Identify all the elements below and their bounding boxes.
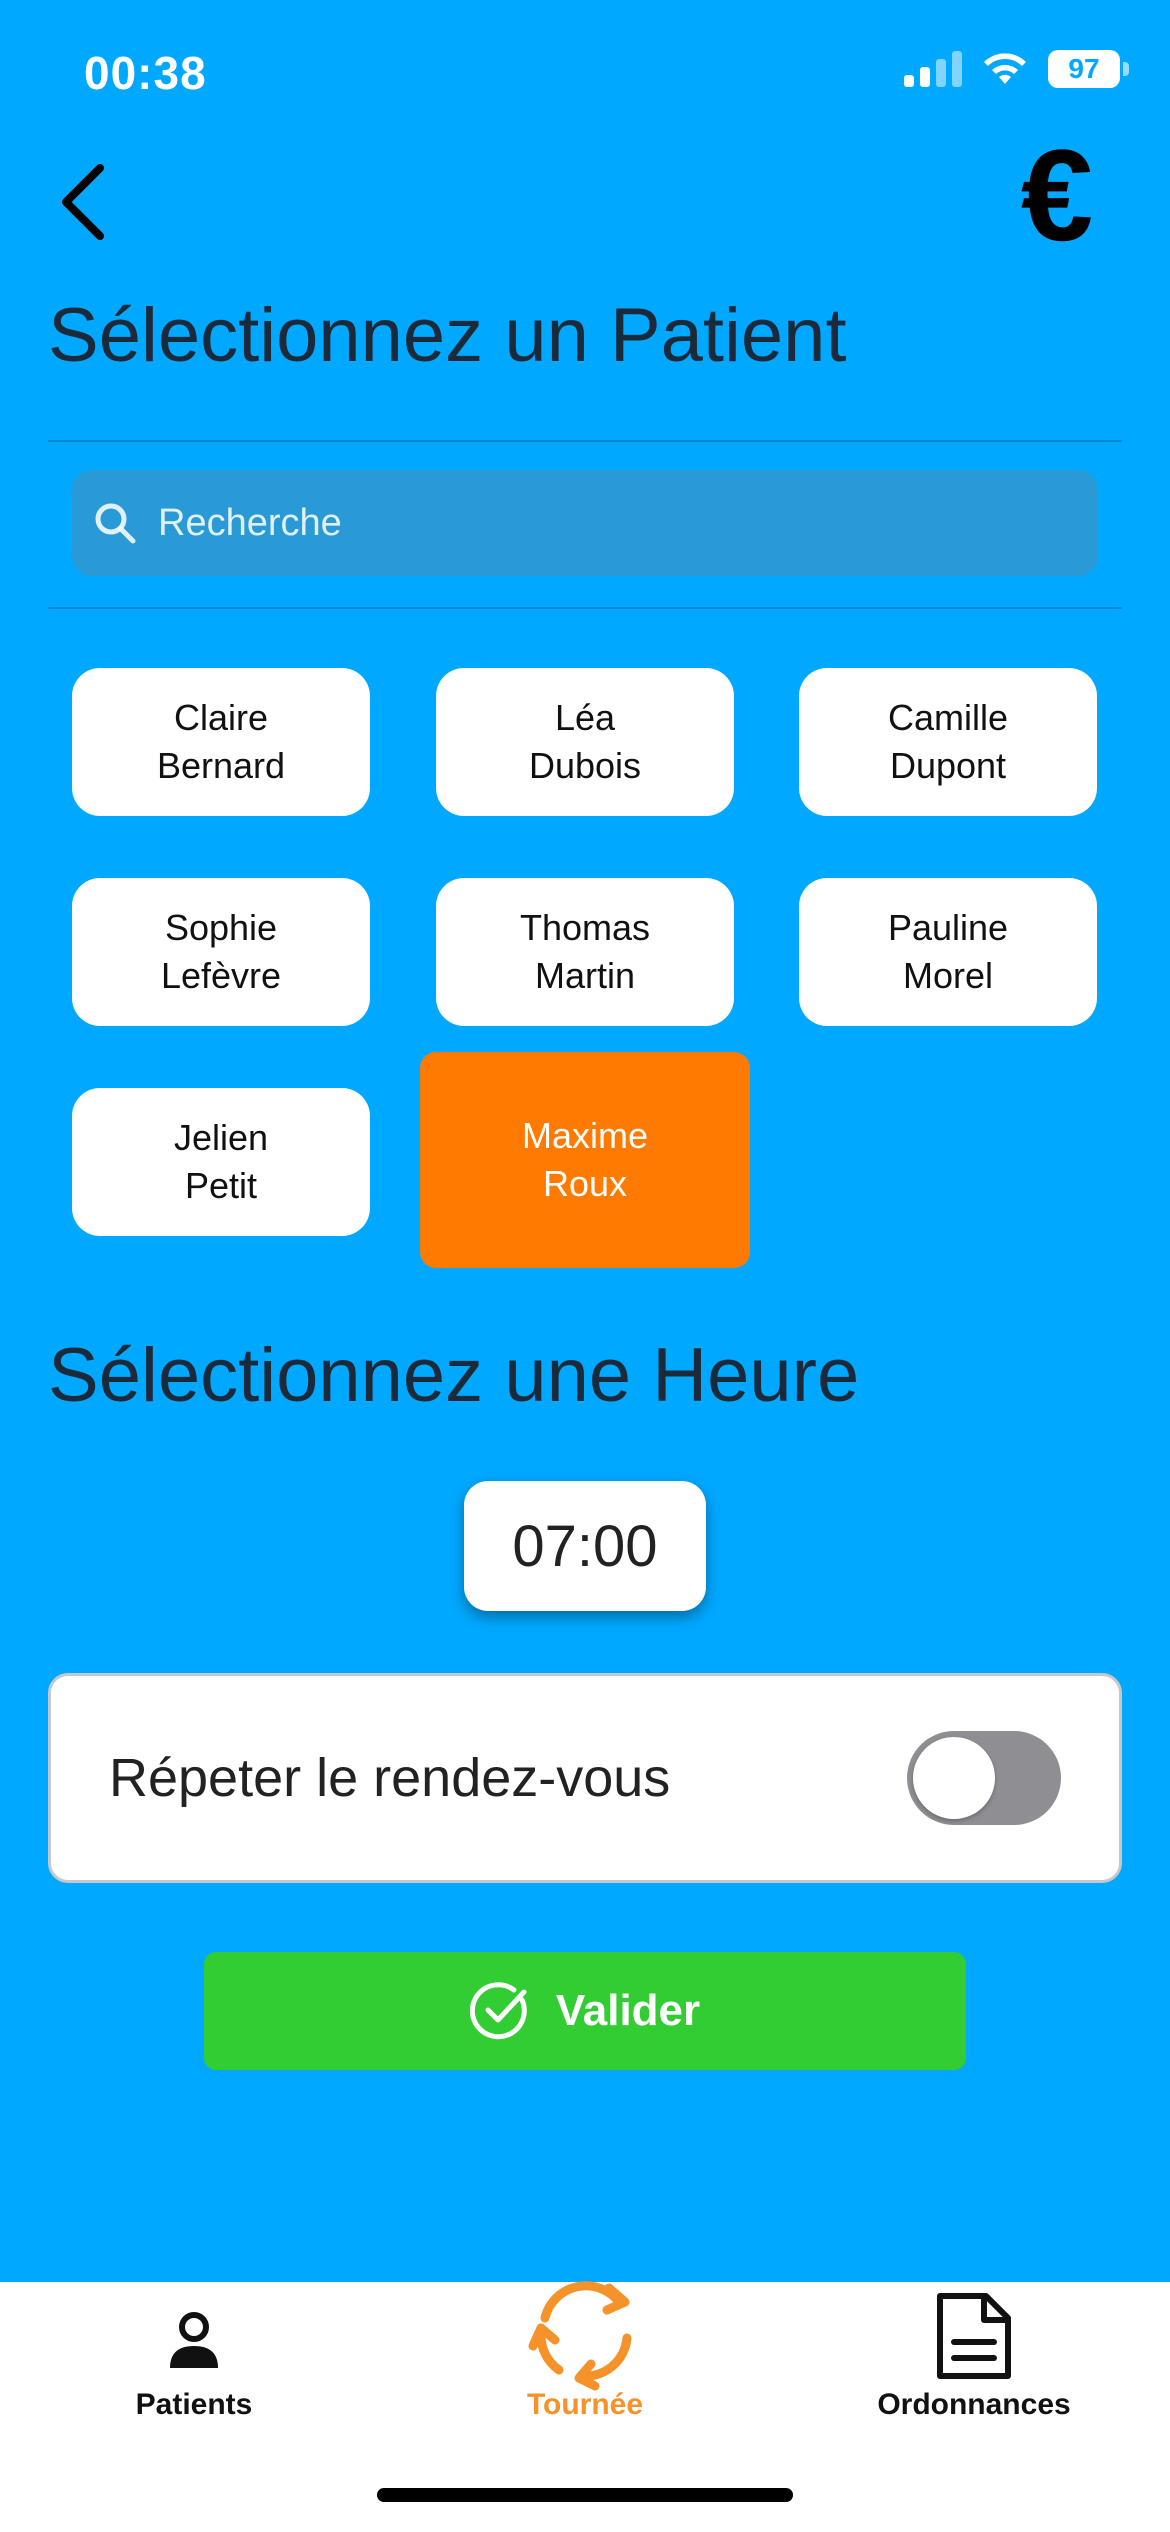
tab-patients[interactable]: Patients	[44, 2282, 344, 2422]
refresh-cycle-icon	[528, 2281, 632, 2391]
tab-tournee-label: Tournée	[526, 2388, 644, 2421]
patient-card-maxime-roux[interactable]: Maxime Roux	[420, 1052, 750, 1268]
patient-card-thomas-martin[interactable]: Thomas Martin	[436, 878, 734, 1026]
patient-card-lea-dubois[interactable]: Léa Dubois	[436, 668, 734, 816]
document-icon	[937, 2293, 1011, 2379]
patient-card-jelien-petit[interactable]: Jelien Petit	[72, 1088, 370, 1236]
validate-label: Valider	[555, 1986, 701, 2035]
euro-button[interactable]: €	[992, 130, 1122, 260]
repeat-panel: Répeter le rendez-vous	[48, 1673, 1122, 1883]
tab-bar: Patients Tournée Ordonnances	[0, 2281, 1170, 2532]
tab-patients-label: Patients	[135, 2388, 253, 2421]
time-picker[interactable]: 07:00	[464, 1481, 706, 1611]
person-icon	[170, 2312, 218, 2368]
home-indicator[interactable]	[377, 2488, 793, 2502]
search-icon	[95, 503, 136, 544]
chevron-left-icon	[62, 164, 104, 240]
status-icons: 97	[904, 50, 1129, 88]
battery-icon: 97	[1048, 50, 1129, 88]
time-section-title: Sélectionnez une Heure	[48, 1333, 860, 1418]
search-input[interactable]	[158, 501, 1098, 545]
check-circle-icon	[469, 1982, 527, 2040]
divider	[48, 607, 1122, 609]
patient-card-camille-dupont[interactable]: Camille Dupont	[799, 668, 1097, 816]
patient-section-title: Sélectionnez un Patient	[48, 293, 847, 378]
battery-level: 97	[1068, 53, 1100, 84]
toggle-knob	[913, 1737, 995, 1819]
tab-ordonnances[interactable]: Ordonnances	[824, 2282, 1124, 2422]
patient-card-pauline-morel[interactable]: Pauline Morel	[799, 878, 1097, 1026]
patient-card-claire-bernard[interactable]: Claire Bernard	[72, 668, 370, 816]
signal-icon	[904, 51, 962, 87]
status-time: 00:38	[84, 47, 207, 99]
validate-button[interactable]: Valider	[204, 1952, 966, 2070]
repeat-toggle[interactable]	[907, 1731, 1061, 1825]
back-button[interactable]	[50, 160, 120, 240]
repeat-label: Répeter le rendez-vous	[109, 1748, 671, 1808]
patient-card-sophie-lefevre[interactable]: Sophie Lefèvre	[72, 878, 370, 1026]
divider	[48, 440, 1122, 442]
tab-ordonnances-label: Ordonnances	[877, 2388, 1071, 2421]
search-bar[interactable]	[72, 470, 1098, 576]
status-bar: 00:38 97	[0, 0, 1170, 140]
tab-tournee[interactable]: Tournée	[435, 2281, 735, 2422]
wifi-icon	[984, 53, 1026, 84]
